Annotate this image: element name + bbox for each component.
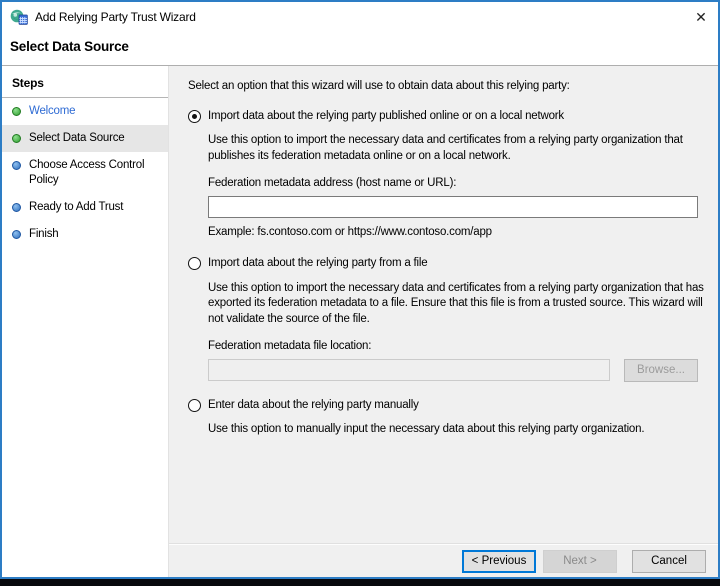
sidebar-item-label: Finish xyxy=(29,227,59,240)
radio-option-label: Import data about the relying party from… xyxy=(208,257,428,270)
sidebar-item-select-data-source: Select Data Source xyxy=(2,124,168,152)
radio-selected-icon[interactable] xyxy=(188,109,201,123)
close-icon[interactable]: ✕ xyxy=(684,2,718,32)
page-header: Select Data Source xyxy=(2,32,718,66)
main-content: Select an option that this wizard will u… xyxy=(169,66,718,544)
step-done-bullet-icon xyxy=(12,107,21,116)
option-description: Use this option to manually input the ne… xyxy=(208,423,645,436)
radio-option-label: Enter data about the relying party manua… xyxy=(208,398,419,411)
sidebar-item-label: Choose Access Control Policy xyxy=(29,158,145,186)
metadata-address-input[interactable] xyxy=(208,195,698,218)
metadata-address-label: Federation metadata address (host name o… xyxy=(208,177,457,190)
title-bar: Add Relying Party Trust Wizard ✕ xyxy=(2,2,718,32)
intro-text: Select an option that this wizard will u… xyxy=(188,80,570,92)
step-upcoming-bullet-icon xyxy=(12,229,21,239)
sidebar-item-ready-to-add-trust: Ready to Add Trust xyxy=(2,194,168,221)
step-done-bullet-icon xyxy=(12,133,21,143)
sidebar-item-welcome[interactable]: Welcome xyxy=(2,98,168,125)
browse-button[interactable]: Browse... xyxy=(624,358,698,382)
radio-unselected-icon[interactable] xyxy=(188,257,201,271)
radio-option-import-online[interactable]: Import data about the relying party publ… xyxy=(188,109,708,125)
radio-option-enter-manually[interactable]: Enter data about the relying party manua… xyxy=(188,398,708,414)
previous-button[interactable]: < Previous xyxy=(462,549,536,573)
adfs-wizard-icon xyxy=(10,9,28,25)
screen: Add Relying Party Trust Wizard ✕ Select … xyxy=(0,0,720,586)
sidebar-item-label: Welcome xyxy=(29,105,76,117)
cancel-button[interactable]: Cancel xyxy=(632,549,706,573)
sidebar-item-choose-access-control-policy: Choose Access Control Policy xyxy=(2,152,168,194)
option-description: Use this option to import the necessary … xyxy=(208,281,704,325)
sidebar-item-label: Ready to Add Trust xyxy=(29,200,124,213)
step-upcoming-bullet-icon xyxy=(12,160,21,170)
file-location-row: Browse... xyxy=(208,358,698,382)
steps-header: Steps xyxy=(2,69,168,98)
wizard-dialog: Add Relying Party Trust Wizard ✕ Select … xyxy=(0,0,720,579)
wizard-footer: < Previous Next > Cancel xyxy=(169,544,718,577)
page-title: Select Data Source xyxy=(10,39,129,54)
sidebar-item-finish: Finish xyxy=(2,221,168,248)
next-button[interactable]: Next > xyxy=(543,549,617,573)
metadata-file-input[interactable] xyxy=(208,359,610,382)
option-description: Use this option to import the necessary … xyxy=(208,134,683,162)
radio-option-import-file[interactable]: Import data about the relying party from… xyxy=(188,256,708,272)
example-text: Example: fs.contoso.com or https://www.c… xyxy=(208,225,492,238)
radio-option-label: Import data about the relying party publ… xyxy=(208,109,564,122)
radio-unselected-icon[interactable] xyxy=(188,398,201,412)
window-title: Add Relying Party Trust Wizard xyxy=(35,10,196,24)
step-upcoming-bullet-icon xyxy=(12,202,21,212)
steps-sidebar: Steps Welcome Select Data Source Choose … xyxy=(2,66,169,577)
sidebar-item-label: Select Data Source xyxy=(29,131,125,144)
metadata-file-label: Federation metadata file location: xyxy=(208,340,372,353)
